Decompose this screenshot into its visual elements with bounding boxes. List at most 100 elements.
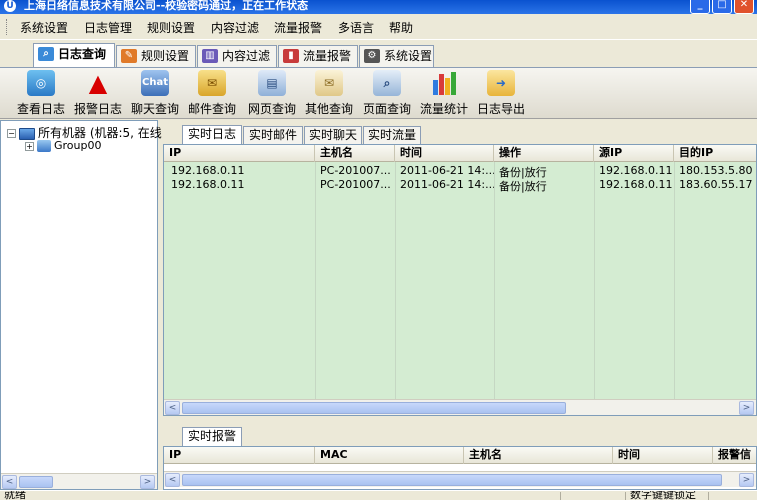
webpage-query-button[interactable]: ▤ 网页查询 [247,70,297,118]
chat-query-label: 聊天查询 [130,102,179,116]
books-icon: ▥ [202,49,218,63]
mail-icon: ✉ [198,70,226,96]
col-hostname[interactable]: 主机名 [315,145,395,162]
tab-log-query[interactable]: ⌕ 日志查询 [33,43,115,67]
toolbar: ◎ 查看日志 ▲ 报警日志 Chat 聊天查询 ✉ 邮件查询 ▤ 网页查询 ✉ … [0,67,757,119]
tab-content-filter[interactable]: ▥ 内容过滤 [197,45,277,67]
menu-help[interactable]: 帮助 [389,19,413,36]
webpage-query-label: 网页查询 [247,102,296,116]
traffic-stats-label: 流量统计 [419,102,468,116]
export-icon: ➜ [487,70,515,96]
log-view-icon: ◎ [27,70,55,96]
column-divider [594,162,595,400]
tab-traffic-alarm-label: 流量报警 [303,49,352,63]
alarm-table-header: IP MAC 主机名 时间 报警信 [164,447,756,464]
bar-chart-icon [430,70,458,96]
menu-rule-settings[interactable]: 规则设置 [147,19,195,36]
cell-ip: 192.168.0.11 [171,178,245,191]
column-divider [494,162,495,400]
col-source-ip[interactable]: 源IP [594,145,674,162]
scroll-thumb[interactable] [182,474,722,486]
tree-item-group00[interactable]: + Group00 [25,139,102,152]
close-button[interactable]: ✕ [734,0,754,14]
mail-query-label: 邮件查询 [187,102,236,116]
scroll-left-button[interactable]: < [165,401,180,415]
scroll-thumb[interactable] [182,402,566,414]
status-divider [708,492,709,500]
expand-toggle[interactable]: + [25,141,34,151]
col-mac[interactable]: MAC [315,447,464,464]
column-divider [395,162,396,400]
col-action[interactable]: 操作 [494,145,594,162]
chat-query-button[interactable]: Chat 聊天查询 [130,70,180,118]
col-hostname[interactable]: 主机名 [464,447,613,464]
chart-icon: ▮ [283,49,299,63]
menu-log-management[interactable]: 日志管理 [84,19,132,36]
title-bar: U 上海日络信息技术有限公司--校验密码通过，正在工作状态 _ □ ✕ [0,0,757,14]
tree-item-label: Group00 [54,139,102,152]
tab-traffic-alarm[interactable]: ▮ 流量报警 [278,45,358,67]
cell-action: 备份|放行 [499,180,547,193]
tab-realtime-traffic[interactable]: 实时流量 [363,126,421,144]
tree-root-label: 所有机器 (机器:5, 在线 [38,126,162,140]
view-log-label: 查看日志 [16,102,65,116]
mail-query-button[interactable]: ✉ 邮件查询 [187,70,237,118]
app-icon: U [4,0,16,12]
col-ip[interactable]: IP [164,447,315,464]
traffic-stats-button[interactable]: 流量统计 [419,70,469,118]
alarm-horizontal-scrollbar[interactable]: < > [164,471,756,487]
chat-icon: Chat [141,70,169,96]
cell-time: 2011-06-21 14:... [400,164,494,177]
main-tab-strip: ⌕ 日志查询 ✎ 规则设置 ▥ 内容过滤 ▮ 流量报警 ⚙ 系统设置 [0,40,757,67]
menu-traffic-alarm[interactable]: 流量报警 [274,19,322,36]
menu-language[interactable]: 多语言 [338,19,374,36]
gear-icon: ⚙ [364,49,380,63]
minimize-button[interactable]: _ [690,0,710,14]
tab-content-filter-label: 内容过滤 [222,49,271,63]
log-table: IP 主机名 时间 操作 源IP 目的IP 192.168.0.11 PC-20… [163,144,757,416]
webpage-icon: ▤ [258,70,286,96]
page-query-button[interactable]: ⌕ 页面查询 [362,70,412,118]
log-tab-strip: 实时日志 实时邮件 实时聊天 实时流量 [163,124,757,144]
tab-system-settings[interactable]: ⚙ 系统设置 [359,45,434,67]
wrench-icon: ✎ [121,49,137,63]
column-divider [315,162,316,400]
scroll-left-button[interactable]: < [2,475,17,489]
alarm-table: IP MAC 主机名 时间 报警信 < > [163,446,757,490]
tab-rule-settings[interactable]: ✎ 规则设置 [116,45,196,67]
tab-rule-settings-label: 规则设置 [141,49,190,63]
collapse-toggle[interactable]: − [7,129,16,138]
log-export-label: 日志导出 [476,102,525,116]
col-ip[interactable]: IP [164,145,315,162]
scroll-right-button[interactable]: > [739,473,754,487]
status-bar: 就绪 数字键键锁定 [0,490,757,500]
col-alarm-info[interactable]: 报警信 [713,447,756,464]
cell-dest-ip: 180.153.5.80 [679,164,753,177]
tab-realtime-alarm[interactable]: 实时报警 [182,427,242,446]
col-time[interactable]: 时间 [395,145,494,162]
tree-horizontal-scrollbar[interactable]: < > [1,473,157,489]
tab-realtime-chat[interactable]: 实时聊天 [304,126,362,144]
warning-icon: ▲ [88,69,108,97]
view-log-button[interactable]: ◎ 查看日志 [16,70,66,118]
alarm-log-button[interactable]: ▲ 报警日志 [73,70,123,118]
scroll-thumb[interactable] [19,476,53,488]
other-query-button[interactable]: ✉ 其他查询 [304,70,354,118]
computer-icon [19,127,35,140]
log-export-button[interactable]: ➜ 日志导出 [476,70,526,118]
cell-hostname: PC-201007... [320,164,391,177]
scroll-right-button[interactable]: > [739,401,754,415]
log-horizontal-scrollbar[interactable]: < > [164,399,756,415]
scroll-left-button[interactable]: < [165,473,180,487]
col-dest-ip[interactable]: 目的IP [674,145,756,162]
column-divider [674,162,675,400]
col-time[interactable]: 时间 [613,447,713,464]
menu-content-filter[interactable]: 内容过滤 [211,19,259,36]
tab-realtime-mail[interactable]: 实时邮件 [243,126,303,144]
page-search-icon: ⌕ [373,70,401,96]
maximize-button[interactable]: □ [712,0,732,14]
cell-source-ip: 192.168.0.11 [599,164,673,177]
scroll-right-button[interactable]: > [140,475,155,489]
menu-system-settings[interactable]: 系统设置 [20,19,68,36]
tab-realtime-log[interactable]: 实时日志 [182,125,242,144]
